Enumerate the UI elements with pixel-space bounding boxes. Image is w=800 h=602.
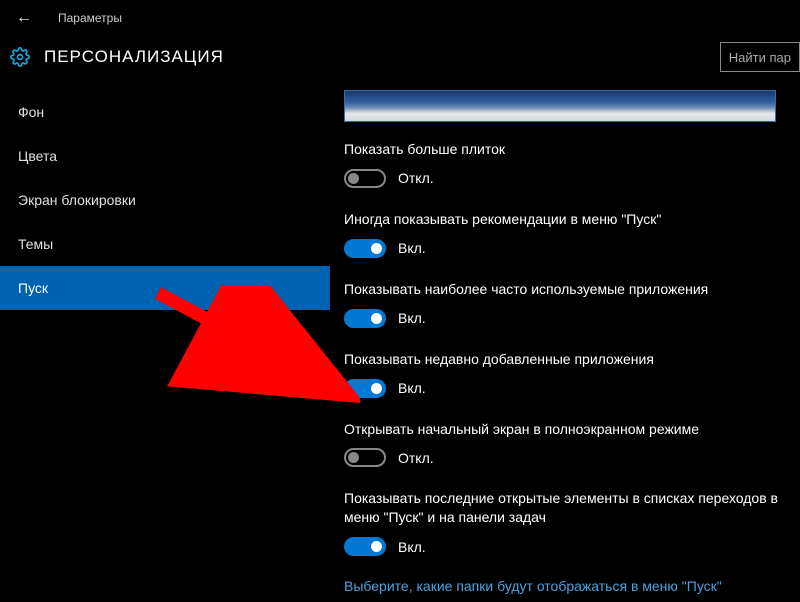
- toggle-recently-added[interactable]: [344, 379, 386, 398]
- search-input[interactable]: Найти пар: [720, 42, 800, 72]
- toggle-more-tiles[interactable]: [344, 169, 386, 188]
- toggle-jumplists[interactable]: [344, 537, 386, 556]
- topbar: ← Параметры: [0, 0, 800, 36]
- sidebar-item-label: Пуск: [18, 280, 48, 296]
- toggle-fullscreen-start[interactable]: [344, 448, 386, 467]
- sidebar: Фон Цвета Экран блокировки Темы Пуск: [0, 90, 330, 602]
- setting-label: Открывать начальный экран в полноэкранно…: [344, 420, 786, 439]
- toggle-knob-icon: [371, 383, 382, 394]
- setting-most-used: Показывать наиболее часто используемые п…: [344, 280, 786, 328]
- toggle-knob-icon: [371, 243, 382, 254]
- page-title: ПЕРСОНАЛИЗАЦИЯ: [44, 47, 224, 67]
- setting-recently-added: Показывать недавно добавленные приложени…: [344, 350, 786, 398]
- search-placeholder: Найти пар: [729, 50, 791, 65]
- toggle-recommendations[interactable]: [344, 239, 386, 258]
- breadcrumb: Параметры: [58, 11, 122, 25]
- setting-fullscreen-start: Открывать начальный экран в полноэкранно…: [344, 420, 786, 468]
- main-layout: Фон Цвета Экран блокировки Темы Пуск Пок…: [0, 90, 800, 602]
- toggle-knob-icon: [371, 541, 382, 552]
- content-pane: Показать больше плиток Откл. Иногда пока…: [330, 90, 800, 602]
- gear-icon: [10, 47, 30, 67]
- toggle-state: Вкл.: [398, 310, 426, 326]
- toggle-state: Вкл.: [398, 380, 426, 396]
- back-button[interactable]: ←: [8, 2, 40, 34]
- setting-label: Показывать наиболее часто используемые п…: [344, 280, 786, 299]
- sidebar-item-background[interactable]: Фон: [0, 90, 330, 134]
- setting-label: Иногда показывать рекомендации в меню "П…: [344, 210, 786, 229]
- setting-label: Показывать последние открытые элементы в…: [344, 489, 786, 527]
- titlebar: ПЕРСОНАЛИЗАЦИЯ Найти пар: [0, 36, 800, 90]
- sidebar-item-lockscreen[interactable]: Экран блокировки: [0, 178, 330, 222]
- back-arrow-icon: ←: [16, 9, 32, 27]
- toggle-knob-icon: [348, 452, 359, 463]
- toggle-knob-icon: [348, 173, 359, 184]
- toggle-state: Откл.: [398, 170, 434, 186]
- setting-more-tiles: Показать больше плиток Откл.: [344, 140, 786, 188]
- sidebar-item-label: Цвета: [18, 148, 57, 164]
- sidebar-item-label: Фон: [18, 104, 44, 120]
- toggle-knob-icon: [371, 313, 382, 324]
- sidebar-item-label: Темы: [18, 236, 53, 252]
- toggle-state: Вкл.: [398, 240, 426, 256]
- toggle-state: Вкл.: [398, 539, 426, 555]
- setting-label: Показывать недавно добавленные приложени…: [344, 350, 786, 369]
- setting-recommendations: Иногда показывать рекомендации в меню "П…: [344, 210, 786, 258]
- toggle-state: Откл.: [398, 450, 434, 466]
- sidebar-item-label: Экран блокировки: [18, 192, 136, 208]
- sidebar-item-start[interactable]: Пуск: [0, 266, 330, 310]
- start-preview-image: [344, 90, 776, 122]
- toggle-most-used[interactable]: [344, 309, 386, 328]
- sidebar-item-themes[interactable]: Темы: [0, 222, 330, 266]
- choose-folders-link[interactable]: Выберите, какие папки будут отображаться…: [344, 578, 786, 594]
- setting-label: Показать больше плиток: [344, 140, 786, 159]
- setting-jumplists: Показывать последние открытые элементы в…: [344, 489, 786, 556]
- sidebar-item-colors[interactable]: Цвета: [0, 134, 330, 178]
